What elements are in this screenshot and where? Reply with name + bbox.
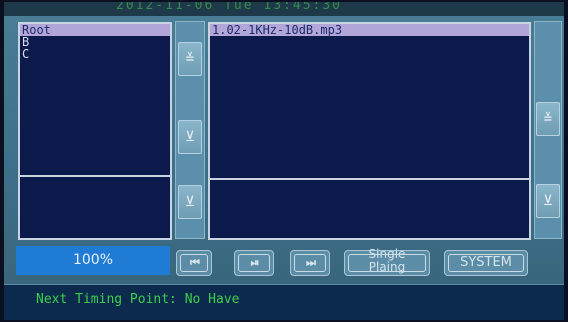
scroll-up-icon: ≚ [185, 51, 195, 67]
status-bar: Next Timing Point: No Have [4, 284, 564, 320]
directory-scroll-column: ≚ ⊻ ⊻ [175, 21, 205, 239]
directory-item-b[interactable]: B [20, 36, 170, 48]
play-pause-button[interactable]: ⏯ [234, 250, 274, 276]
next-track-button[interactable]: ⏭ [290, 250, 330, 276]
directory-scroll-down-button[interactable]: ⊻ [178, 120, 202, 154]
directory-item-root[interactable]: Root [20, 24, 170, 36]
directory-item-c[interactable]: C [20, 48, 170, 60]
directory-info-area [20, 175, 170, 238]
scroll-up-icon: ≚ [543, 111, 553, 127]
file-info-area [210, 178, 529, 238]
directory-scroll-up-button[interactable]: ≚ [178, 42, 202, 76]
file-scroll-column: ≚ ⊻ [534, 21, 562, 239]
play-mode-line2: Plaing [368, 260, 406, 274]
directory-list-panel[interactable]: Root B C [18, 22, 172, 240]
page-down-icon: ⊻ [184, 194, 196, 210]
scroll-down-icon: ⊻ [184, 129, 196, 145]
player-screen: 2012-11-06 Tue 13:45:30 Root B C ≚ ⊻ ⊻ 1… [4, 2, 564, 320]
scroll-down-icon: ⊻ [542, 193, 554, 209]
progress-indicator: 100% [16, 246, 170, 275]
system-button[interactable]: SYSTEM [444, 250, 528, 276]
file-scroll-up-button[interactable]: ≚ [536, 102, 560, 136]
file-list-panel[interactable]: 1.02-1KHz-10dB.mp3 [208, 22, 531, 240]
clock-text: 2012-11-06 Tue 13:45:30 [116, 2, 343, 13]
status-message: Next Timing Point: No Have [36, 292, 240, 307]
top-status-bar: 2012-11-06 Tue 13:45:30 [4, 2, 564, 16]
file-item[interactable]: 1.02-1KHz-10dB.mp3 [210, 24, 529, 36]
previous-track-button[interactable]: ⏮ [176, 250, 212, 276]
file-scroll-down-button[interactable]: ⊻ [536, 184, 560, 218]
play-mode-button[interactable]: Single Plaing [344, 248, 430, 276]
directory-page-down-button[interactable]: ⊻ [178, 185, 202, 219]
